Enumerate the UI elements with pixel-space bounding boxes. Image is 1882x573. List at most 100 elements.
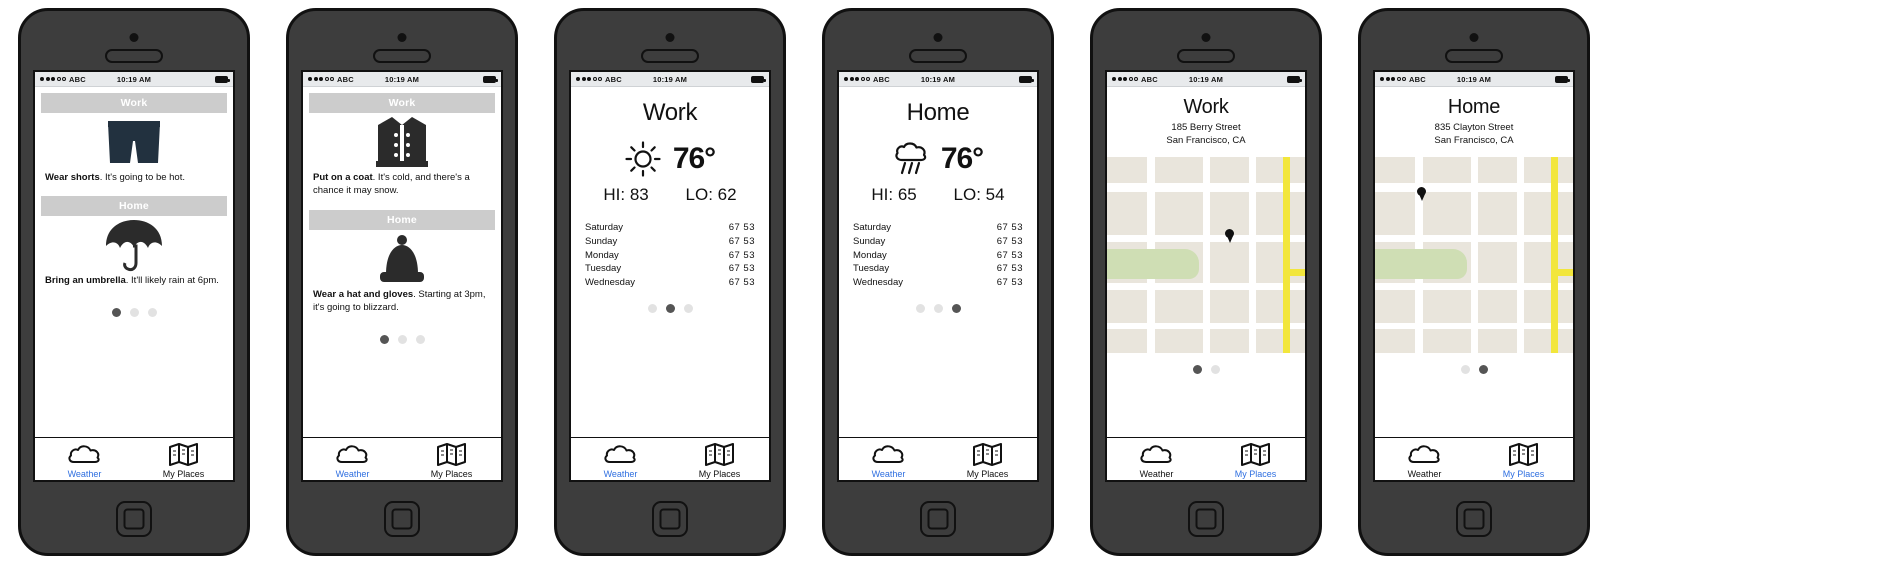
map-icon — [972, 442, 1004, 467]
tab-my-places-label: My Places — [966, 469, 1009, 479]
cloud-icon — [871, 443, 907, 467]
map-canvas[interactable] — [1375, 156, 1573, 353]
advice-screen: Work Wear shorts. It's going to be hot. Ho… — [35, 87, 233, 437]
home-button[interactable] — [116, 501, 152, 537]
page-dot[interactable] — [1210, 364, 1220, 374]
forecast-day: Tuesday — [585, 263, 622, 275]
page-dot[interactable] — [647, 303, 657, 313]
signal-strength: ABC — [1112, 75, 1158, 84]
sun-icon — [625, 141, 661, 177]
forecast-temps: 67 53 — [728, 277, 755, 289]
place-address: 835 Clayton Street San Francisco, CA — [1375, 122, 1573, 148]
cloud-icon — [1407, 443, 1443, 467]
advice-headline: Put on a coat — [313, 172, 373, 183]
home-button[interactable] — [1188, 501, 1224, 537]
battery-icon — [1019, 75, 1034, 83]
high-temperature: HI: 65 — [871, 185, 917, 204]
battery-icon — [1287, 75, 1302, 83]
status-time: 10:19 AM — [116, 74, 152, 84]
tab-my-places-label: My Places — [162, 469, 205, 479]
map-icon — [1508, 442, 1540, 467]
page-dot[interactable] — [1460, 364, 1470, 374]
low-temperature: LO: 62 — [685, 185, 737, 204]
current-conditions: 76° — [571, 141, 769, 177]
forecast-row: Sunday 67 53 — [853, 235, 1023, 249]
page-dot[interactable] — [111, 307, 121, 317]
page-indicator[interactable] — [839, 303, 1037, 313]
forecast-row: Monday 67 53 — [585, 249, 755, 263]
status-bar: ABC 10:19 AM — [1375, 72, 1573, 87]
map-pin-icon[interactable] — [1225, 228, 1234, 238]
map-pin-icon[interactable] — [1417, 186, 1426, 196]
home-button[interactable] — [1456, 501, 1492, 537]
page-dot[interactable] — [1478, 364, 1488, 374]
phone-advice-cold: ABC 10:19 AM Work Put on a coat. It's cold,… — [268, 0, 536, 573]
advice-text: Wear shorts. It's going to be hot. — [35, 171, 233, 190]
page-dot[interactable] — [951, 303, 961, 313]
advice-text: Bring an umbrella. It'll likely rain at … — [35, 274, 233, 293]
camera-icon — [933, 33, 943, 42]
tab-weather-label: Weather — [67, 468, 102, 479]
advice-headline: Wear a hat and gloves — [313, 288, 414, 300]
home-button[interactable] — [920, 501, 956, 537]
page-dot[interactable] — [415, 334, 425, 344]
page-dot[interactable] — [933, 303, 943, 313]
page-indicator[interactable] — [303, 334, 501, 344]
carrier-label: ABC — [605, 74, 622, 84]
tab-my-places[interactable]: My Places — [134, 442, 233, 479]
page-indicator[interactable] — [35, 307, 233, 317]
tab-my-places[interactable]: My Places — [1474, 442, 1573, 479]
cloud-icon — [603, 443, 639, 467]
rain-cloud-icon — [893, 141, 929, 177]
page-dot[interactable] — [665, 303, 675, 313]
advice-illustration — [303, 113, 501, 171]
tab-my-places[interactable]: My Places — [1206, 442, 1305, 479]
tab-weather[interactable]: Weather — [839, 443, 938, 479]
tab-weather[interactable]: Weather — [1107, 443, 1206, 479]
speaker-grill — [373, 49, 431, 63]
forecast-temps: 67 53 — [996, 235, 1023, 247]
page-dot[interactable] — [1192, 364, 1202, 374]
map-icon — [168, 442, 200, 467]
tab-weather[interactable]: Weather — [303, 443, 402, 479]
tab-my-places[interactable]: My Places — [402, 442, 501, 479]
page-indicator[interactable] — [571, 303, 769, 313]
phone-mockup-row: ABC 10:19 AM Work Wear shorts. It's going t… — [0, 0, 1882, 573]
place-title: Work — [642, 99, 698, 126]
tab-weather[interactable]: Weather — [571, 443, 670, 479]
page-dot[interactable] — [379, 334, 389, 344]
battery-icon — [215, 75, 230, 83]
page-dot[interactable] — [129, 307, 139, 317]
tab-my-places[interactable]: My Places — [938, 442, 1037, 479]
page-dot[interactable] — [683, 303, 693, 313]
home-button[interactable] — [384, 501, 420, 537]
tab-weather[interactable]: Weather — [35, 443, 134, 479]
home-button[interactable] — [652, 501, 688, 537]
tab-weather[interactable]: Weather — [1375, 443, 1474, 479]
forecast-day: Monday — [585, 249, 619, 261]
advice-detail: . It's going to be hot. — [99, 172, 185, 183]
tab-weather-label: Weather — [1139, 468, 1174, 479]
page-dot[interactable] — [147, 307, 157, 317]
section-header: Home — [309, 209, 495, 230]
current-conditions: 76° — [839, 141, 1037, 177]
speaker-grill — [641, 49, 699, 63]
map-canvas[interactable] — [1107, 156, 1305, 353]
weather-screen: Home 76° HI: 65 LO: 54 Saturday 67 53 Sunday 67… — [839, 87, 1037, 437]
carrier-label: ABC — [1141, 74, 1158, 84]
page-indicator[interactable] — [1375, 364, 1573, 374]
camera-icon — [1201, 33, 1211, 42]
phone-advice-warm: ABC 10:19 AM Work Wear shorts. It's going t… — [0, 0, 268, 573]
forecast-temps: 67 53 — [728, 249, 755, 261]
forecast-row: Wednesday 67 53 — [585, 276, 755, 290]
page-indicator[interactable] — [1107, 364, 1305, 374]
forecast-day: Wednesday — [585, 277, 635, 289]
forecast-row: Saturday 67 53 — [853, 221, 1023, 235]
advice-illustration — [35, 113, 233, 171]
tab-my-places[interactable]: My Places — [670, 442, 769, 479]
page-dot[interactable] — [915, 303, 925, 313]
forecast-row: Monday 67 53 — [853, 249, 1023, 263]
signal-dots-icon — [40, 77, 66, 81]
tab-weather-label: Weather — [335, 468, 370, 479]
page-dot[interactable] — [397, 334, 407, 344]
